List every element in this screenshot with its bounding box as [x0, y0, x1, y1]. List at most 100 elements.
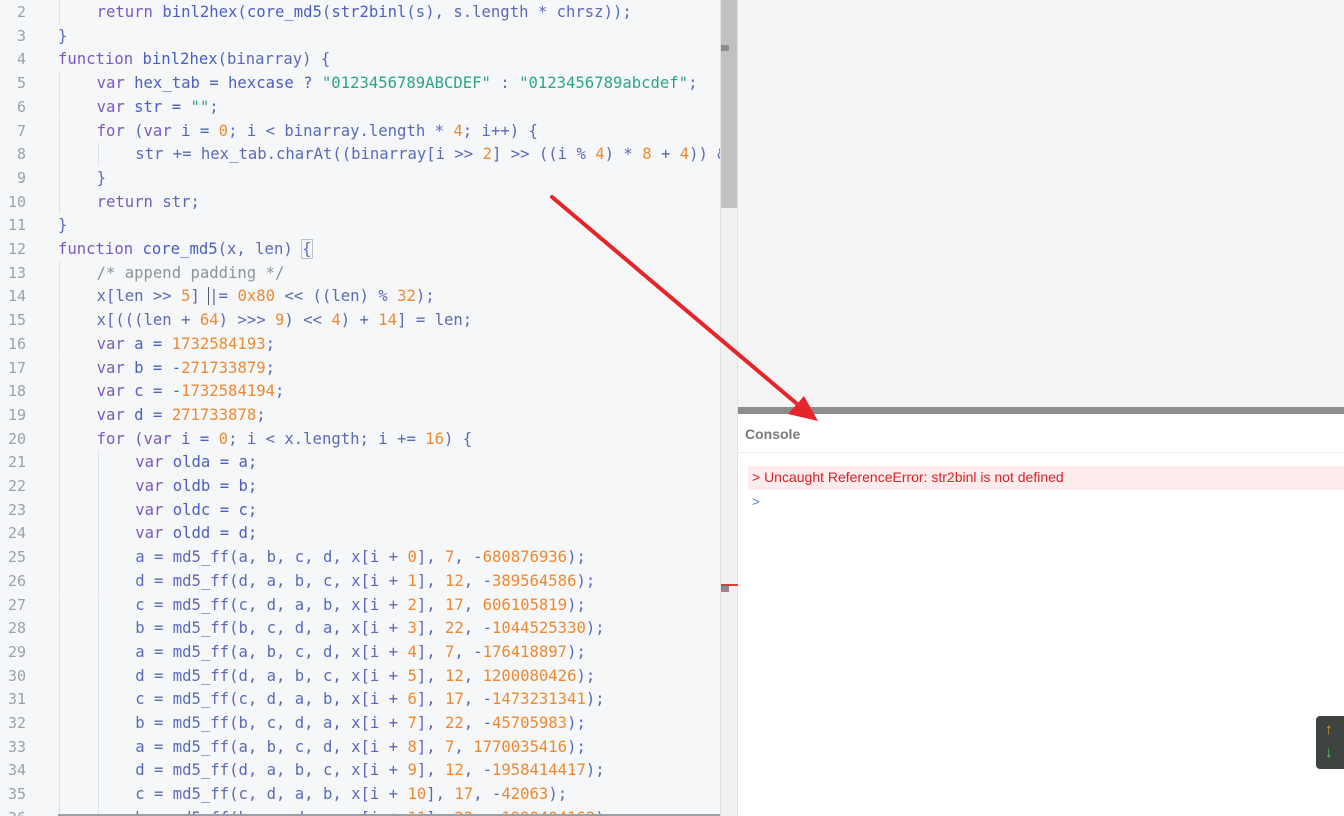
code-line: c = md5_ff(c, d, a, b, x[i + 10], 17, -4… — [135, 782, 567, 806]
code-token: 17 — [454, 785, 474, 804]
code-token: 389564586 — [491, 571, 577, 590]
code-token: } — [58, 216, 68, 235]
code-token: var — [135, 477, 173, 495]
scroll-buttons: ↑ ↓ — [1316, 716, 1344, 769]
code-token: d = md5_ff(d, a, b, c, x[i + — [135, 571, 408, 590]
code-token: (binarray) { — [217, 50, 331, 69]
line-number: 29 — [7, 642, 26, 661]
arrow-down-icon[interactable]: ↓ — [1325, 744, 1333, 762]
code-token: 2 — [482, 145, 492, 164]
code-token: str += hex_tab.charAt((binarray[i >> — [135, 145, 483, 164]
code-token: d = — [134, 405, 172, 424]
code-token: 9 — [407, 761, 417, 780]
code-token: ], — [416, 619, 446, 638]
code-editor[interactable]: 2 3 4 5 6 7 8 9 10 11 12 13 14 15 16 17 18 19 20 21 22 23 24 25… — [0, 0, 720, 816]
code-token: c = md5_ff(c, d, a, b, x[i + — [135, 595, 408, 614]
code-token: hex_tab = hexcase ? — [134, 74, 322, 93]
code-token: 7 — [445, 642, 455, 661]
line-number: 10 — [7, 192, 26, 211]
code-token: 1770035416 — [473, 737, 568, 756]
indent-guide — [97, 474, 99, 498]
code-token: 271733879 — [181, 358, 266, 377]
code-token: 4 — [679, 145, 690, 164]
code-line: for (var i = 0; i < binarray.length * 4;… — [97, 119, 538, 143]
indent-guide — [59, 545, 60, 569]
code-line: x[(((len + 64) >>> 9) << 4) + 14] = len; — [97, 308, 473, 332]
code-token: ); — [585, 690, 605, 709]
code-token: core_md5 — [142, 240, 218, 258]
line-number: 2 — [16, 3, 26, 21]
line-number: 17 — [7, 358, 26, 377]
code-token: 14 — [378, 311, 398, 330]
line-number: 33 — [7, 737, 26, 756]
code-token: str = — [134, 97, 191, 116]
code-token: + — [651, 145, 680, 164]
code-token: binl2hex — [162, 3, 238, 21]
code-token: ( — [321, 3, 332, 21]
code-token: 22 — [445, 714, 464, 732]
code-line: var a = 1732584193; — [97, 332, 275, 356]
code-token: ; — [265, 334, 275, 353]
code-token: var — [96, 74, 135, 93]
indent-guide — [59, 71, 60, 95]
code-area[interactable]: return binl2hex(core_md5(str2binl(s), s.… — [58, 0, 720, 816]
code-token: , — [454, 737, 474, 756]
line-number: 25 — [7, 548, 26, 567]
code-token: b = md5_ff(b, c, d, a, x[i + — [135, 619, 408, 638]
line-number: 22 — [7, 477, 26, 495]
scrollbar-thumb[interactable] — [721, 0, 737, 208]
code-token: ], — [416, 595, 446, 614]
line-number-gutter: 2 3 4 5 6 7 8 9 10 11 12 13 14 15 16 17 18 19 20 21 22 23 24 25… — [0, 0, 42, 816]
code-token: ); — [576, 666, 596, 685]
code-token: 1732584193 — [171, 334, 266, 353]
code-token: ) + — [340, 311, 379, 330]
code-token: = — [218, 287, 238, 306]
code-token: core_md5 — [246, 3, 322, 21]
code-token: function — [58, 240, 143, 258]
line-number: 18 — [7, 382, 26, 401]
indent-guide — [97, 734, 99, 759]
code-token: 4 — [407, 642, 417, 661]
code-line: str += hex_tab.charAt((binarray[i >> 2] … — [135, 142, 720, 166]
code-token: c = md5_ff(c, d, a, b, x[i + — [135, 785, 408, 804]
code-token: ( — [134, 429, 144, 448]
line-number: 30 — [7, 666, 26, 685]
indent-guide — [97, 545, 99, 569]
code-line: a = md5_ff(a, b, c, d, x[i + 4], 7, -176… — [135, 640, 586, 664]
code-token: var — [96, 334, 135, 353]
arrow-up-icon[interactable]: ↑ — [1325, 721, 1333, 739]
code-token: ; i++) { — [462, 121, 538, 140]
code-token: , - — [473, 785, 502, 804]
line-number: 13 — [7, 263, 26, 282]
code-token: 4 — [595, 145, 605, 164]
code-token: 1200080426 — [482, 666, 577, 685]
indent-guide — [59, 94, 60, 119]
code-token: 1958414417 — [491, 761, 586, 780]
code-line: var oldb = b; — [135, 474, 257, 498]
code-token: : — [490, 74, 520, 93]
code-token: ) >>> — [218, 311, 275, 330]
code-line: } — [58, 24, 67, 48]
code-token: (s), s.length * chrsz)); — [406, 3, 632, 21]
indent-guide — [59, 402, 60, 427]
code-token: ], — [416, 666, 446, 685]
code-token: str2binl — [331, 3, 407, 21]
console-error-message: > Uncaught ReferenceError: str2binl is n… — [752, 469, 1064, 485]
code-token: ) * — [604, 145, 643, 164]
indent-guide — [97, 687, 99, 711]
indent-guide — [59, 308, 60, 332]
code-line: d = md5_ff(d, a, b, c, x[i + 5], 12, 120… — [135, 664, 595, 688]
indent-guide — [97, 711, 99, 735]
code-token: } — [96, 168, 106, 187]
code-line: var oldc = c; — [135, 498, 257, 522]
code-token: 2 — [407, 595, 417, 614]
line-number: 5 — [16, 74, 26, 93]
pane-resize-handle[interactable] — [738, 407, 1344, 414]
indent-guide — [59, 450, 60, 474]
indent-guide — [59, 758, 60, 783]
line-number: 15 — [7, 311, 26, 330]
console-input-prompt[interactable]: > — [752, 494, 760, 509]
editor-scrollbar[interactable] — [720, 0, 739, 816]
code-token: 271733878 — [171, 405, 257, 424]
line-number: 34 — [7, 761, 26, 780]
